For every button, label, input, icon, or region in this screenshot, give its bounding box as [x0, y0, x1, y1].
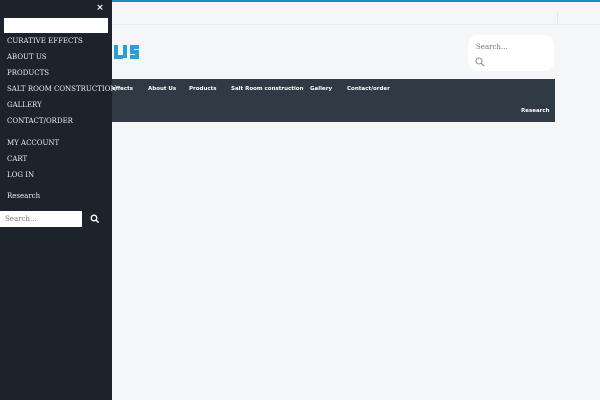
nav-item-salt-room-construction[interactable]: Salt Room construction [231, 86, 304, 92]
top-bar-divider [557, 11, 558, 23]
site-logo[interactable] [112, 42, 142, 62]
close-icon[interactable]: × [95, 3, 105, 13]
drawer-top-input[interactable] [4, 18, 108, 33]
search-icon[interactable] [475, 57, 485, 67]
nav-item-gallery[interactable]: Gallery [310, 86, 332, 92]
drawer-item-cart[interactable]: CART [7, 155, 27, 163]
drawer-item-products[interactable]: PRODUCTS [7, 69, 49, 77]
mobile-menu-drawer: × CURATIVE EFFECTS ABOUT US PRODUCTS SAL… [0, 0, 116, 400]
nav-item-about-us[interactable]: About Us [148, 86, 176, 92]
search-icon[interactable] [90, 214, 100, 224]
header-search-input[interactable] [476, 39, 548, 55]
nav-item-products[interactable]: Products [189, 86, 217, 92]
nav-item-research[interactable]: Research [521, 108, 550, 114]
drawer-item-curative-effects[interactable]: CURATIVE EFFECTS [7, 37, 83, 45]
logo-stroke [114, 55, 123, 59]
logo-stroke [123, 45, 127, 58]
drawer-item-contact-order[interactable]: CONTACT/ORDER [7, 117, 73, 125]
top-bar [112, 2, 600, 25]
drawer-item-about-us[interactable]: ABOUT US [7, 53, 47, 61]
drawer-item-my-account[interactable]: MY ACCOUNT [7, 139, 59, 147]
header-search [468, 35, 554, 71]
main-nav: effects About Us Products Salt Room cons… [105, 79, 555, 122]
drawer-item-log-in[interactable]: LOG IN [7, 171, 34, 179]
drawer-item-research[interactable]: Research [7, 192, 40, 200]
drawer-search-input[interactable] [0, 211, 82, 227]
drawer-item-gallery[interactable]: GALLERY [7, 101, 42, 109]
drawer-item-salt-room-construction[interactable]: SALT ROOM CONSTRUCTION [7, 85, 116, 93]
nav-item-contact-order[interactable]: Contact/order [347, 86, 390, 92]
logo-stroke [130, 55, 139, 59]
